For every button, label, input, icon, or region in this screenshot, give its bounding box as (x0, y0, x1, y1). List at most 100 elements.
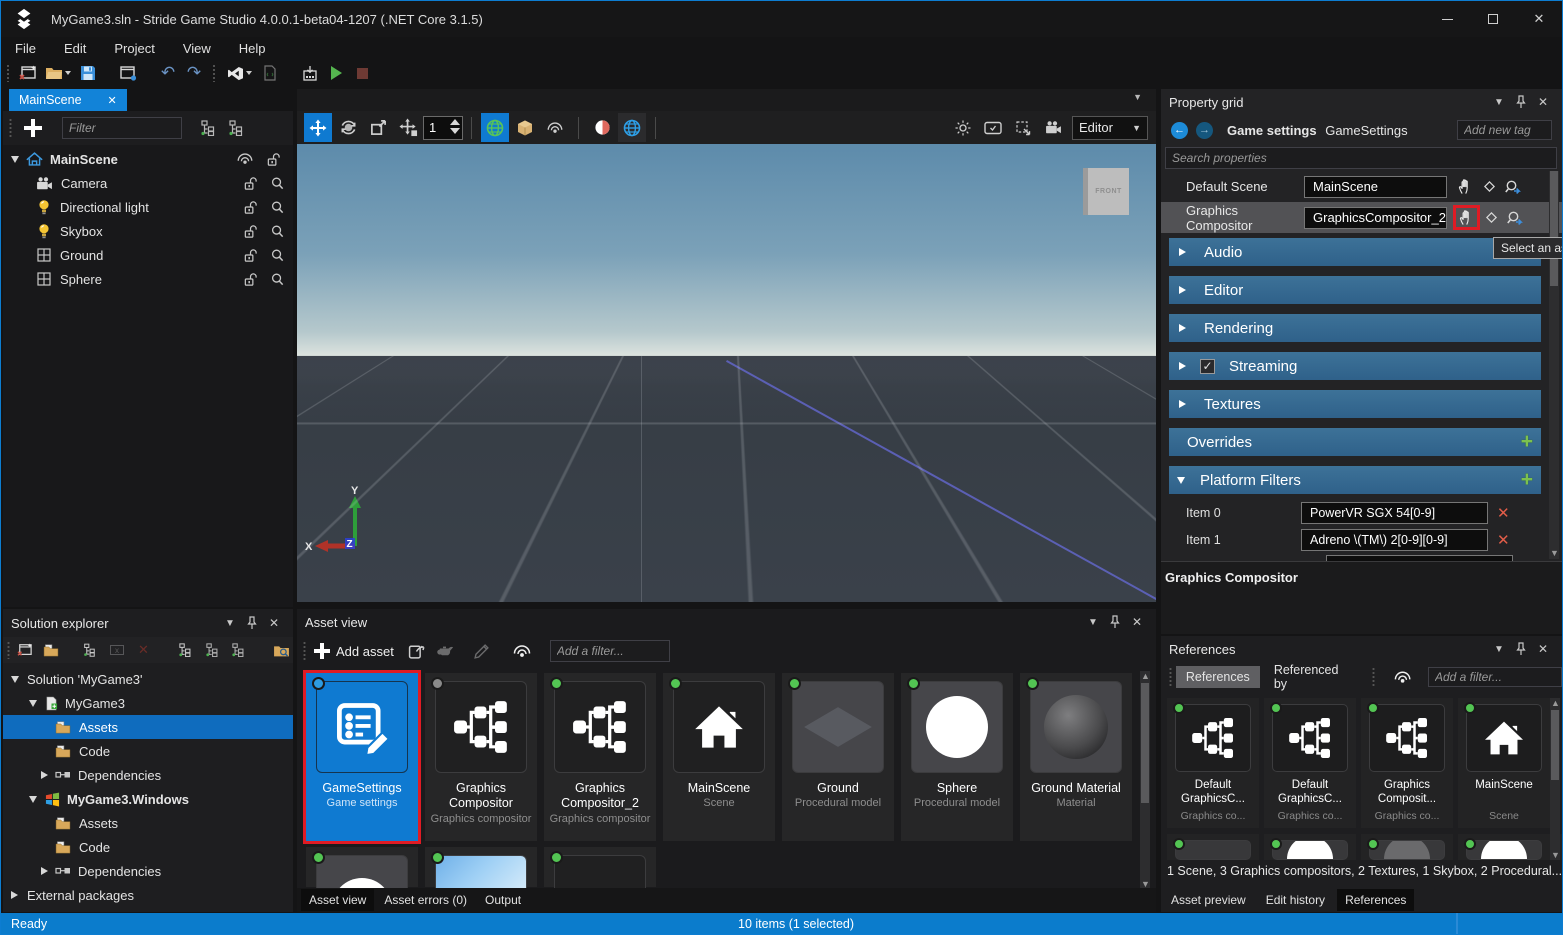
open-dropdown-icon[interactable] (65, 71, 71, 75)
expander-icon[interactable] (1177, 477, 1185, 484)
rename-icon[interactable]: x (106, 638, 129, 662)
selection-mode-button[interactable] (1009, 113, 1037, 142)
search-properties-input[interactable] (1165, 147, 1557, 169)
tree-item-sphere[interactable]: Sphere (3, 267, 293, 291)
asset-card-graphics-compositor[interactable]: Graphics Compositor Graphics compositor (425, 673, 537, 841)
tree-item-mainscene[interactable]: MainScene (3, 147, 293, 171)
panel-menu-icon[interactable]: ▼ (1082, 617, 1104, 628)
panel-close-icon[interactable]: ✕ (263, 616, 285, 630)
orientation-cube[interactable]: FRONT (1083, 168, 1129, 215)
pick-asset-hand-icon[interactable] (1458, 209, 1475, 226)
menu-view[interactable]: View (169, 39, 225, 58)
create-entity-button[interactable] (18, 114, 48, 142)
template-icon[interactable] (435, 644, 455, 658)
snap-spinner[interactable] (450, 119, 460, 134)
scrollbar-thumb[interactable] (1141, 683, 1149, 803)
lock-icon[interactable] (266, 152, 281, 167)
float-window-icon[interactable] (14, 638, 37, 662)
clear-reference-icon[interactable] (1484, 210, 1499, 225)
play-button[interactable] (323, 61, 349, 85)
lock-icon[interactable] (243, 248, 258, 263)
asset-card-ground-material[interactable]: Ground Material Material (1020, 673, 1132, 841)
new-project-button[interactable] (15, 61, 41, 85)
asset-card-ground[interactable]: Ground Procedural model (782, 673, 894, 841)
pick-asset-hand-icon[interactable] (1457, 178, 1474, 195)
expand-all-icon[interactable] (228, 638, 251, 662)
material-mode-button[interactable] (588, 113, 616, 142)
reference-card-default-compositor-1[interactable]: Default GraphicsC... Graphics co... (1167, 698, 1259, 828)
remove-item-icon[interactable]: ✕ (1497, 531, 1510, 549)
tree-item-skybox[interactable]: Skybox (3, 219, 293, 243)
collapse-all-icon[interactable] (201, 638, 224, 662)
pin-icon[interactable] (1510, 642, 1532, 656)
undo-button[interactable]: ↶ (155, 61, 181, 85)
asset-card-partial[interactable] (544, 847, 656, 887)
scene-tab-close-icon[interactable]: ✕ (108, 94, 117, 107)
menu-edit[interactable]: Edit (50, 39, 100, 58)
section-textures[interactable]: Textures (1169, 390, 1541, 418)
tab-referenced-by[interactable]: Referenced by (1264, 666, 1362, 688)
scene-viewport[interactable]: FRONT Y X Z (297, 144, 1156, 602)
screenshot-button[interactable] (979, 113, 1007, 142)
streaming-checkbox[interactable]: ✓ (1200, 359, 1215, 374)
reload-scripts-button[interactable] (257, 61, 283, 85)
tree-item-mygame3[interactable]: MyGame3 (3, 691, 293, 715)
window-layout-button[interactable] (115, 61, 141, 85)
hierarchy-filter-input[interactable] (62, 117, 182, 139)
add-asset-button[interactable]: Add asset (314, 643, 394, 659)
rotate-tool-button[interactable] (334, 113, 362, 142)
section-streaming[interactable]: ✓ Streaming (1169, 352, 1541, 380)
tree-item-dependencies-windows[interactable]: Dependencies (3, 859, 293, 883)
tree-item-code-windows[interactable]: Code (3, 835, 293, 859)
section-platform-filters[interactable]: Platform Filters+ (1169, 466, 1541, 494)
scroll-up-icon[interactable]: ▲ (1551, 698, 1560, 708)
minimize-button[interactable] (1424, 4, 1470, 34)
reference-card-partial[interactable] (1458, 834, 1550, 860)
maximize-button[interactable] (1470, 4, 1516, 34)
scroll-down-icon[interactable]: ▼ (1550, 548, 1559, 558)
section-editor[interactable]: Editor (1169, 276, 1541, 304)
tab-references[interactable]: References (1176, 666, 1260, 688)
reference-card-partial[interactable] (1264, 834, 1356, 860)
open-in-ide-button[interactable] (221, 61, 257, 85)
section-overrides[interactable]: Overrides+ (1169, 428, 1541, 456)
expander-icon[interactable] (29, 796, 37, 803)
menu-project[interactable]: Project (100, 39, 168, 58)
asset-card-partial[interactable] (306, 847, 418, 887)
lighting-button[interactable] (949, 113, 977, 142)
add-override-icon[interactable]: + (1521, 432, 1533, 452)
add-folder-icon[interactable] (40, 638, 63, 662)
lock-icon[interactable] (243, 176, 258, 191)
spinner-up-icon[interactable] (450, 119, 460, 125)
add-tag-input[interactable] (1457, 120, 1552, 140)
expander-icon[interactable] (41, 867, 48, 875)
camera-mode-select[interactable]: Editor ▼ (1072, 116, 1148, 140)
tree-item-assets[interactable]: Assets (3, 715, 293, 739)
tab-asset-errors[interactable]: Asset errors (0) (376, 889, 475, 911)
panel-close-icon[interactable]: ✕ (1532, 642, 1554, 656)
lock-icon[interactable] (243, 224, 258, 239)
scroll-down-icon[interactable]: ▼ (1551, 850, 1560, 860)
tab-edit-history[interactable]: Edit history (1258, 889, 1333, 911)
expander-icon[interactable] (1179, 248, 1186, 256)
menu-help[interactable]: Help (225, 39, 280, 58)
remove-item-icon[interactable]: ✕ (1497, 504, 1510, 522)
world-space-button[interactable] (481, 113, 509, 142)
asset-card-sphere[interactable]: Sphere Procedural model (901, 673, 1013, 841)
local-space-button[interactable] (511, 113, 539, 142)
reference-card-partial[interactable] (1167, 834, 1259, 860)
snap-move-button[interactable] (394, 113, 422, 142)
reference-card-graphics-compositor[interactable]: Graphics Composit... Graphics co... (1361, 698, 1453, 828)
tree-item-external-packages[interactable]: External packages (3, 883, 293, 907)
expander-icon[interactable] (41, 771, 48, 779)
spinner-down-icon[interactable] (450, 128, 460, 134)
item-value-input[interactable]: Adreno \(TM\) 2[0-9][0-9] (1301, 529, 1488, 551)
viewport-menu-icon[interactable]: ▼ (1133, 92, 1142, 102)
item-value-input[interactable]: PowerVR SGX 54[0-9] (1301, 502, 1488, 524)
tree-item-assets-windows[interactable]: Assets (3, 811, 293, 835)
reference-card-partial[interactable] (1361, 834, 1453, 860)
tree-item-solution[interactable]: Solution 'MyGame3' (3, 667, 293, 691)
ide-dropdown-icon[interactable] (246, 71, 252, 75)
panel-close-icon[interactable]: ✕ (1126, 615, 1148, 629)
focus-icon[interactable] (270, 224, 285, 239)
